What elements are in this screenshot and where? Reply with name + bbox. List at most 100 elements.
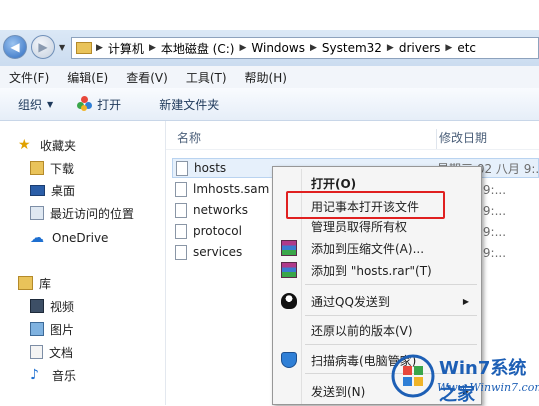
column-date-modified[interactable]: 修改日期 xyxy=(436,129,487,149)
command-bar: 组织 ▼ 打开 新建文件夹 xyxy=(0,88,539,121)
chevron-right-icon[interactable]: ▶ xyxy=(94,43,105,53)
watermark: Win7系统之家 Www.Winwin7.com xyxy=(385,350,539,405)
sidebar-item-onedrive[interactable]: ☁ OneDrive xyxy=(30,228,108,248)
sidebar-item-videos[interactable]: 视频 xyxy=(30,296,74,316)
forward-button[interactable]: ▶ xyxy=(31,35,55,59)
menu-item-add-to-rar[interactable]: 添加到 "hosts.rar"(T) xyxy=(275,259,479,281)
menu-item-send-via-qq[interactable]: 通过QQ发送到 ▶ xyxy=(275,290,479,312)
column-header: 名称 修改日期 xyxy=(166,121,539,150)
forward-arrow-icon: ▶ xyxy=(38,40,48,54)
sidebar-item-label: 视频 xyxy=(50,299,75,314)
qq-penguin-icon xyxy=(281,293,297,309)
back-arrow-icon: ◀ xyxy=(10,40,20,54)
file-icon xyxy=(176,160,188,176)
sidebar-item-pictures[interactable]: 图片 xyxy=(30,319,74,339)
sidebar-item-label: 桌面 xyxy=(51,183,76,198)
menu-edit[interactable]: 编辑(E) xyxy=(58,69,117,86)
breadcrumb-item[interactable]: Windows xyxy=(248,41,308,55)
file-name: hosts xyxy=(194,161,227,175)
address-bar: ◀ ▶ ▼ ▶ 计算机 ▶ 本地磁盘 (C:) ▶ Windows ▶ Syst… xyxy=(0,30,539,66)
menu-separator xyxy=(305,315,477,316)
breadcrumb-item[interactable]: drivers xyxy=(396,41,444,55)
picture-icon xyxy=(30,322,44,336)
windows-logo-icon xyxy=(391,354,435,398)
chevron-right-icon[interactable]: ▶ xyxy=(443,43,454,53)
chevron-right-icon[interactable]: ▶ xyxy=(308,43,319,53)
sidebar-item-label: 文档 xyxy=(49,345,74,360)
sidebar-item-downloads[interactable]: 下载 xyxy=(30,158,74,178)
cloud-icon: ☁ xyxy=(30,230,44,246)
menu-item-restore-previous[interactable]: 还原以前的版本(V) xyxy=(275,319,479,341)
breadcrumb-item[interactable]: 本地磁盘 (C:) xyxy=(158,40,238,57)
breadcrumb-item[interactable]: etc xyxy=(454,41,479,55)
file-name: services xyxy=(193,245,243,259)
new-folder-button[interactable]: 新建文件夹 xyxy=(131,96,229,113)
menu-item-label: 通过QQ发送到 xyxy=(311,294,390,309)
sidebar-item-music[interactable]: ♪ 音乐 xyxy=(30,365,76,385)
breadcrumb-item[interactable]: 计算机 xyxy=(105,40,147,57)
video-icon xyxy=(30,299,44,313)
menu-bar: 文件(F) 编辑(E) 查看(V) 工具(T) 帮助(H) xyxy=(0,66,539,89)
menu-separator xyxy=(305,284,477,285)
open-button[interactable]: 打开 xyxy=(63,96,131,113)
navigation-pane: ★ 收藏夹 下载 桌面 最近访问的位置 ☁ OneDrive 库 视频 图片 文… xyxy=(0,121,166,405)
breadcrumb-item[interactable]: System32 xyxy=(319,41,385,55)
library-icon xyxy=(18,276,33,290)
menu-view[interactable]: 查看(V) xyxy=(117,69,177,86)
menu-item-label: 添加到压缩文件(A)... xyxy=(311,241,425,256)
sidebar-item-documents[interactable]: 文档 xyxy=(30,342,73,362)
watermark-url: Www.Winwin7.com xyxy=(437,381,539,394)
chevron-right-icon[interactable]: ▶ xyxy=(237,43,248,53)
column-name[interactable]: 名称 xyxy=(177,129,201,146)
menu-item-add-to-archive[interactable]: 添加到压缩文件(A)... xyxy=(275,237,479,259)
file-name: lmhosts.sam xyxy=(193,182,270,196)
sidebar-item-label: 图片 xyxy=(50,322,75,337)
menu-file[interactable]: 文件(F) xyxy=(0,69,58,86)
music-icon: ♪ xyxy=(30,367,39,383)
winrar-icon xyxy=(281,240,297,256)
menu-help[interactable]: 帮助(H) xyxy=(236,69,296,86)
sidebar-item-label: 收藏夹 xyxy=(40,138,77,153)
menu-item-label: 还原以前的版本(V) xyxy=(311,323,413,338)
winrar-icon xyxy=(281,262,297,278)
breadcrumb[interactable]: ▶ 计算机 ▶ 本地磁盘 (C:) ▶ Windows ▶ System32 ▶… xyxy=(71,37,539,59)
sidebar-item-desktop[interactable]: 桌面 xyxy=(30,180,75,200)
submenu-arrow-icon: ▶ xyxy=(462,296,469,306)
sidebar-item-label: 音乐 xyxy=(52,368,77,383)
recent-pages-dropdown[interactable]: ▼ xyxy=(59,43,65,52)
document-icon xyxy=(30,345,43,359)
file-icon xyxy=(175,181,187,197)
chevron-right-icon[interactable]: ▶ xyxy=(385,43,396,53)
file-name: networks xyxy=(193,203,248,217)
star-icon: ★ xyxy=(18,137,31,153)
sidebar-item-label: 下载 xyxy=(50,161,75,176)
file-icon xyxy=(175,202,187,218)
sidebar-item-label: OneDrive xyxy=(52,231,109,245)
menu-tools[interactable]: 工具(T) xyxy=(177,69,236,86)
new-folder-label: 新建文件夹 xyxy=(159,97,220,112)
organize-label: 组织 xyxy=(18,97,43,112)
sidebar-item-favorites[interactable]: ★ 收藏夹 xyxy=(18,135,76,155)
menu-item-label: 管理员取得所有权 xyxy=(311,219,408,234)
folder-icon xyxy=(76,42,92,54)
sidebar-item-label: 最近访问的位置 xyxy=(50,206,135,221)
sidebar-item-label: 库 xyxy=(39,276,52,291)
organize-button[interactable]: 组织 ▼ xyxy=(0,96,63,113)
open-label: 打开 xyxy=(97,97,122,112)
sidebar-item-recent-places[interactable]: 最近访问的位置 xyxy=(30,203,134,223)
recent-places-icon xyxy=(30,206,44,220)
chevron-right-icon[interactable]: ▶ xyxy=(147,43,158,53)
watermark-brand: Win7系统之家 xyxy=(439,358,527,405)
menu-item-label: 添加到 "hosts.rar"(T) xyxy=(311,263,432,278)
menu-separator xyxy=(305,344,477,345)
back-button[interactable]: ◀ xyxy=(3,35,27,59)
open-with-icon xyxy=(77,96,93,112)
sidebar-item-libraries[interactable]: 库 xyxy=(18,273,51,293)
highlight-annotation xyxy=(286,191,445,219)
file-name: protocol xyxy=(193,224,242,238)
downloads-folder-icon xyxy=(30,161,44,175)
menu-item-label: 打开(O) xyxy=(311,176,357,191)
chevron-down-icon: ▼ xyxy=(47,99,54,109)
file-icon xyxy=(175,223,187,239)
menu-item-label: 发送到(N) xyxy=(311,384,366,399)
